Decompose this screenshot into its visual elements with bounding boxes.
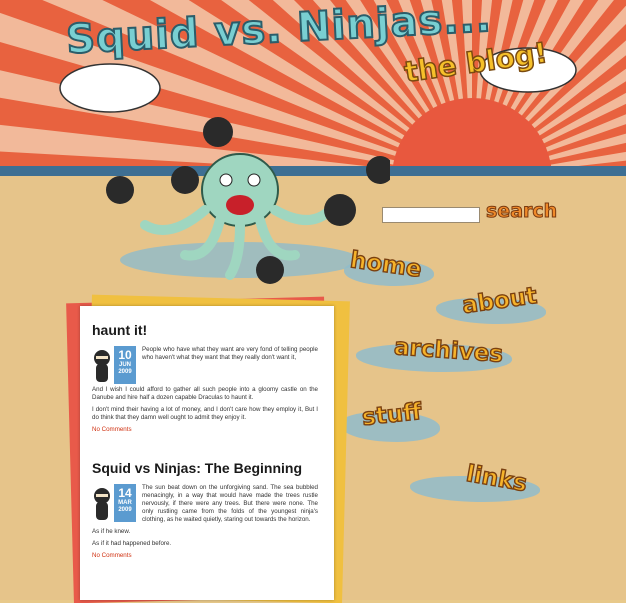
post-year: 2009 [118, 507, 132, 513]
post-paragraph: And I wish I could afford to gather all … [92, 386, 318, 401]
blog-post: Squid vs Ninjas: The Beginning 14 MAR 20… [92, 460, 318, 559]
squid-mouth [226, 195, 254, 215]
comments-link[interactable]: No Comments [92, 426, 318, 433]
ninja-icon [94, 350, 110, 382]
post-day: 10 [118, 348, 132, 362]
post-header: 14 MAR 2009 The sun beat down on the unf… [92, 484, 318, 524]
post-title[interactable]: Squid vs Ninjas: The Beginning [92, 460, 318, 476]
post-paragraph: As if it had happened before. [92, 540, 172, 547]
ninja-icon [94, 488, 110, 520]
post-month: JUN [118, 362, 131, 368]
squid-head [201, 153, 279, 227]
blog-post: haunt it! 10 JUN 2009 People who have wh… [92, 322, 318, 433]
post-paragraph: The sun beat down on the unforgiving san… [142, 484, 318, 523]
post-title[interactable]: haunt it! [92, 322, 318, 338]
blog-content: haunt it! 10 JUN 2009 People who have wh… [80, 306, 334, 600]
post-paragraph: I don't mind their having a lot of money… [92, 406, 318, 421]
post-paragraph: People who have what they want are very … [142, 346, 318, 361]
search-button[interactable]: search [485, 200, 557, 223]
post-date-badge: 14 MAR 2009 [114, 484, 136, 522]
squid-eye-right [247, 173, 261, 187]
post-date-badge: 10 JUN 2009 [114, 346, 136, 384]
search-input[interactable] [382, 207, 480, 223]
post-day: 14 [118, 486, 132, 500]
comments-link[interactable]: No Comments [92, 552, 318, 559]
cloud-left [59, 63, 161, 113]
post-year: 2009 [118, 369, 132, 375]
post-header: 10 JUN 2009 People who have what they wa… [92, 346, 318, 386]
post-month: MAR [118, 500, 132, 506]
squid-eye-left [219, 173, 233, 187]
header-banner: Squid vs. Ninjas... the blog! [0, 0, 626, 170]
post-paragraph: As if he knew. [92, 528, 131, 535]
ninja-flying [203, 117, 233, 147]
